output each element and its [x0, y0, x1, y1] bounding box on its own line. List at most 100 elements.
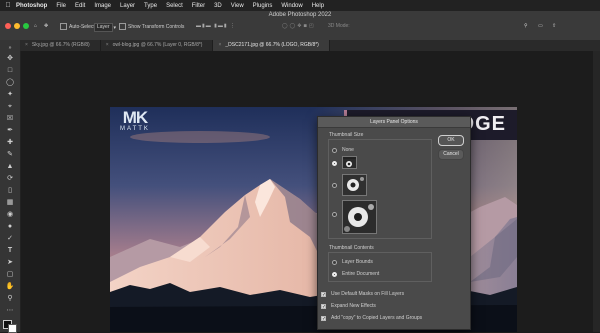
- layer-bounds-option[interactable]: Layer Bounds: [332, 259, 373, 265]
- zoom-window-button[interactable]: [23, 23, 29, 29]
- menu-view[interactable]: View: [231, 3, 244, 9]
- menu-filter[interactable]: Filter: [192, 3, 205, 9]
- logo: MK MATTK: [114, 109, 156, 133]
- home-icon[interactable]: ⌂: [34, 23, 37, 29]
- 3d-mode-label: 3D Mode:: [328, 23, 350, 29]
- marquee-tool-icon[interactable]: □: [5, 66, 15, 75]
- menu-3d[interactable]: 3D: [214, 3, 222, 9]
- show-transform-option[interactable]: Show Transform Controls: [119, 23, 184, 30]
- menu-bar:  Photoshop File Edit Image Layer Type S…: [0, 0, 600, 11]
- auto-select-label: Auto-Select:: [69, 23, 97, 30]
- history-brush-tool-icon[interactable]: ⟳: [5, 174, 15, 183]
- flower-thumbnail-icon: [343, 175, 366, 195]
- document-tabs: × Sky.jpg @ 66.7% (RGB/8) × owl-blog.jpg @…: [20, 40, 600, 51]
- thumbnail-small-preview: [342, 156, 357, 169]
- document-tab[interactable]: × Sky.jpg @ 66.7% (RGB/8): [20, 40, 101, 51]
- zoom-tool-icon[interactable]: ⚲: [5, 294, 15, 303]
- chevron-down-icon: ▾: [113, 24, 117, 31]
- add-copy-checkbox[interactable]: ✓: [321, 315, 326, 321]
- flower-thumbnail-icon: [343, 201, 376, 233]
- use-default-masks-checkbox[interactable]: ✓: [321, 291, 326, 297]
- menu-layer[interactable]: Layer: [120, 3, 135, 9]
- dodge-tool-icon[interactable]: ●: [5, 222, 15, 231]
- menu-photoshop[interactable]: Photoshop: [16, 3, 47, 9]
- move-tool-icon[interactable]: ✥: [5, 54, 15, 63]
- dialog-title: Layers Panel Options: [318, 117, 470, 128]
- close-tab-icon[interactable]: ×: [25, 42, 28, 48]
- entire-document-option[interactable]: Entire Document: [332, 271, 379, 277]
- menu-window[interactable]: Window: [281, 3, 302, 9]
- path-select-tool-icon[interactable]: ➤: [5, 258, 15, 267]
- type-tool-icon[interactable]: T: [5, 246, 15, 255]
- thumbnail-medium-preview: [342, 174, 367, 196]
- use-default-masks-option[interactable]: ✓ Use Default Masks on Fill Layers: [321, 291, 404, 297]
- thumbnail-large-radio[interactable]: [332, 212, 337, 217]
- apple-icon[interactable]: : [0, 2, 16, 9]
- thumbnail-none-option[interactable]: None: [332, 147, 354, 153]
- menu-edit[interactable]: Edit: [75, 3, 85, 9]
- menu-image[interactable]: Image: [94, 3, 111, 9]
- healing-brush-tool-icon[interactable]: ✚: [5, 138, 15, 147]
- object-select-tool-icon[interactable]: ✦: [5, 90, 15, 99]
- expand-new-effects-label: Expand New Effects: [331, 303, 376, 309]
- auto-select-checkbox[interactable]: [60, 23, 67, 30]
- frame-tool-icon[interactable]: ☒: [5, 114, 15, 123]
- show-transform-checkbox[interactable]: [119, 23, 126, 30]
- expand-new-effects-checkbox[interactable]: ✓: [321, 303, 326, 309]
- close-window-button[interactable]: [5, 23, 11, 29]
- clone-stamp-tool-icon[interactable]: ▲: [5, 162, 15, 171]
- vertical-scrollbar[interactable]: [593, 51, 600, 332]
- auto-select-dropdown[interactable]: Layer ▾: [94, 23, 116, 32]
- lasso-tool-icon[interactable]: ◯: [5, 78, 15, 87]
- menu-type[interactable]: Type: [144, 3, 157, 9]
- brush-tool-icon[interactable]: ✎: [5, 150, 15, 159]
- tab-label: _DSC2171.jpg @ 66.7% (LOGO, RGB/8*): [225, 42, 319, 48]
- menu-select[interactable]: Select: [166, 3, 183, 9]
- move-tool-icon[interactable]: ✥: [44, 23, 48, 29]
- eyedropper-tool-icon[interactable]: ✒: [5, 126, 15, 135]
- cancel-button[interactable]: Cancel: [438, 149, 464, 160]
- more-tools-icon[interactable]: ⋯: [5, 306, 15, 315]
- close-tab-icon[interactable]: ×: [218, 42, 221, 48]
- align-icons[interactable]: ▬▮▬ ▮▬▮ ⋮: [196, 23, 236, 29]
- workspace-icon[interactable]: ▭: [538, 23, 543, 29]
- expand-new-effects-option[interactable]: ✓ Expand New Effects: [321, 303, 376, 309]
- collapse-toolbar-icon[interactable]: »: [5, 44, 15, 53]
- layer-bounds-label: Layer Bounds: [342, 259, 373, 265]
- search-icon[interactable]: ⚲: [524, 23, 528, 29]
- thumbnail-size-label: Thumbnail Size: [329, 132, 364, 138]
- minimize-window-button[interactable]: [14, 23, 20, 29]
- thumbnail-none-label: None: [342, 147, 354, 153]
- entire-document-radio[interactable]: [332, 271, 337, 277]
- menu-file[interactable]: File: [56, 3, 66, 9]
- tools-panel: » ✥ □ ◯ ✦ ⌖ ☒ ✒ ✚ ✎ ▲ ⟳ ▯ ▦ ◉ ● ✓ T ➤ ▢ …: [0, 40, 21, 333]
- entire-document-label: Entire Document: [342, 271, 380, 277]
- document-tab-active[interactable]: × _DSC2171.jpg @ 66.7% (LOGO, RGB/8*): [213, 40, 330, 51]
- thumbnail-contents-label: Thumbnail Contents: [329, 245, 374, 251]
- thumbnail-none-radio[interactable]: [332, 147, 337, 153]
- show-transform-label: Show Transform Controls: [128, 23, 185, 30]
- layer-bounds-radio[interactable]: [332, 259, 337, 265]
- gradient-tool-icon[interactable]: ▦: [5, 198, 15, 207]
- ok-button[interactable]: OK: [438, 135, 464, 146]
- menu-plugins[interactable]: Plugins: [253, 3, 273, 9]
- hand-tool-icon[interactable]: ✋: [5, 282, 15, 291]
- rectangle-tool-icon[interactable]: ▢: [5, 270, 15, 279]
- add-copy-label: Add "copy" to Copied Layers and Groups: [331, 315, 423, 321]
- close-tab-icon[interactable]: ×: [106, 42, 109, 48]
- thumbnail-medium-radio[interactable]: [332, 183, 337, 188]
- crop-tool-icon[interactable]: ⌖: [5, 102, 15, 111]
- blur-tool-icon[interactable]: ◉: [5, 210, 15, 219]
- eraser-tool-icon[interactable]: ▯: [5, 186, 15, 195]
- document-tab[interactable]: × owl-blog.jpg @ 66.7% (Layer 0, RGB/8*): [101, 40, 214, 51]
- menu-help[interactable]: Help: [312, 3, 324, 9]
- auto-select-option[interactable]: Auto-Select:: [60, 23, 96, 30]
- share-icon[interactable]: ⇧: [552, 23, 556, 29]
- 3d-icons[interactable]: ◯◯✥◾◰: [282, 23, 316, 29]
- thumbnail-contents-group: [328, 252, 432, 282]
- add-copy-option[interactable]: ✓ Add "copy" to Copied Layers and Groups: [321, 315, 422, 321]
- use-default-masks-label: Use Default Masks on Fill Layers: [331, 291, 405, 297]
- pen-tool-icon[interactable]: ✓: [5, 234, 15, 243]
- thumbnail-small-radio[interactable]: [332, 161, 337, 166]
- logo-text: MATTK: [120, 126, 150, 132]
